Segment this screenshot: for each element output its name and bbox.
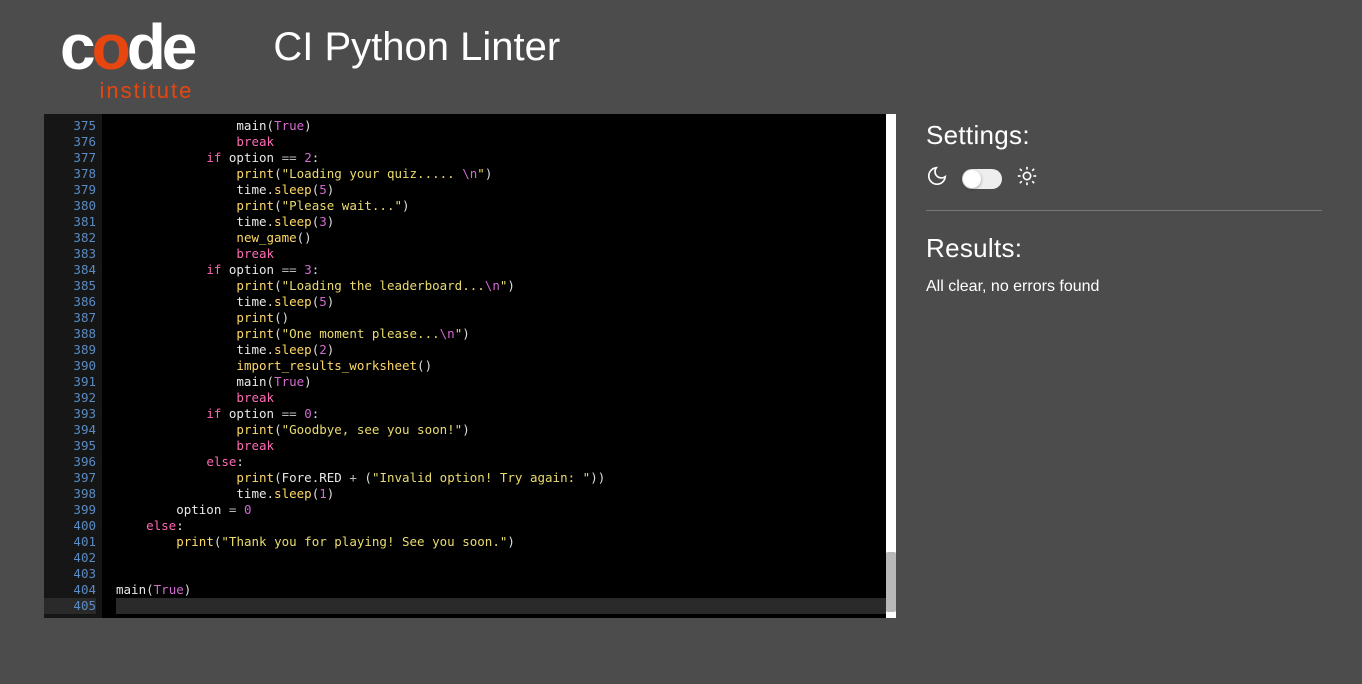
gutter-line: 398 [44, 486, 96, 502]
sun-icon [1016, 165, 1038, 192]
code-line[interactable]: main(True) [116, 582, 896, 598]
gutter-line: 393 [44, 406, 96, 422]
code-line[interactable]: time.sleep(3) [116, 214, 896, 230]
code-line[interactable]: print("Goodbye, see you soon!") [116, 422, 896, 438]
code-line[interactable]: time.sleep(5) [116, 182, 896, 198]
gutter-line: 401 [44, 534, 96, 550]
gutter-line: 380 [44, 198, 96, 214]
code-line[interactable]: if option == 3: [116, 262, 896, 278]
gutter-line: 381 [44, 214, 96, 230]
code-line[interactable]: break [116, 134, 896, 150]
gutter-line: 383 [44, 246, 96, 262]
code-line[interactable]: option = 0 [116, 502, 896, 518]
code-line[interactable]: break [116, 246, 896, 262]
header: code institute CI Python Linter [0, 0, 1362, 114]
gutter-line: 394 [44, 422, 96, 438]
sidebar: Settings: Results: All clear, no errors … [926, 114, 1362, 618]
code-line[interactable]: if option == 2: [116, 150, 896, 166]
gutter-line: 387 [44, 310, 96, 326]
code-line[interactable]: print("Thank you for playing! See you so… [116, 534, 896, 550]
gutter-line: 399 [44, 502, 96, 518]
gutter-line: 402 [44, 550, 96, 566]
code-line[interactable]: main(True) [116, 118, 896, 134]
main-body: 3753763773783793803813823833843853863873… [0, 114, 1362, 618]
code-line[interactable]: import_results_worksheet() [116, 358, 896, 374]
gutter-line: 389 [44, 342, 96, 358]
code-line[interactable]: if option == 0: [116, 406, 896, 422]
code-line[interactable]: main(True) [116, 374, 896, 390]
code-line[interactable]: print() [116, 310, 896, 326]
code-line[interactable]: else: [116, 518, 896, 534]
results-text: All clear, no errors found [926, 278, 1322, 296]
theme-toggle-knob [963, 170, 981, 188]
code-line[interactable]: print("One moment please...\n") [116, 326, 896, 342]
code-line[interactable] [116, 598, 896, 614]
logo-letter-o: o [92, 11, 127, 83]
logo-letters-de: de [127, 11, 194, 83]
gutter-line: 385 [44, 278, 96, 294]
logo-wordmark: code [60, 20, 193, 74]
theme-settings-row [926, 165, 1322, 211]
code-line[interactable]: new_game() [116, 230, 896, 246]
results-section: Results: All clear, no errors found [926, 233, 1322, 296]
code-line[interactable]: print("Please wait...") [116, 198, 896, 214]
gutter-line: 382 [44, 230, 96, 246]
gutter-line: 390 [44, 358, 96, 374]
gutter-line: 400 [44, 518, 96, 534]
gutter-line: 397 [44, 470, 96, 486]
code-line[interactable]: print("Loading your quiz..... \n") [116, 166, 896, 182]
gutter-line: 379 [44, 182, 96, 198]
gutter-line: 404 [44, 582, 96, 598]
gutter-line: 405 [44, 598, 96, 614]
gutter-line: 396 [44, 454, 96, 470]
gutter-line: 376 [44, 134, 96, 150]
editor-code-area[interactable]: main(True) break if option == 2: print("… [102, 114, 896, 618]
code-line[interactable] [116, 550, 896, 566]
gutter-line: 392 [44, 390, 96, 406]
code-line[interactable]: break [116, 438, 896, 454]
gutter-line: 384 [44, 262, 96, 278]
code-line[interactable]: break [116, 390, 896, 406]
moon-icon [926, 165, 948, 192]
theme-toggle[interactable] [962, 169, 1002, 189]
editor-scrollbar-thumb[interactable] [886, 552, 896, 612]
gutter-line: 378 [44, 166, 96, 182]
code-line[interactable]: time.sleep(1) [116, 486, 896, 502]
gutter-line: 403 [44, 566, 96, 582]
code-line[interactable]: print("Loading the leaderboard...\n") [116, 278, 896, 294]
logo-letter-c: c [60, 11, 92, 83]
code-line[interactable]: time.sleep(5) [116, 294, 896, 310]
code-line[interactable]: print(Fore.RED + ("Invalid option! Try a… [116, 470, 896, 486]
editor-gutter: 3753763773783793803813823833843853863873… [44, 114, 102, 618]
settings-heading: Settings: [926, 120, 1322, 151]
logo: code institute [60, 20, 193, 104]
code-editor[interactable]: 3753763773783793803813823833843853863873… [44, 114, 896, 618]
code-line[interactable]: else: [116, 454, 896, 470]
gutter-line: 395 [44, 438, 96, 454]
gutter-line: 391 [44, 374, 96, 390]
gutter-line: 377 [44, 150, 96, 166]
editor-scrollbar-track[interactable] [886, 114, 896, 618]
gutter-line: 388 [44, 326, 96, 342]
logo-subtext: institute [100, 78, 194, 104]
page-title: CI Python Linter [273, 25, 560, 70]
gutter-line: 375 [44, 118, 96, 134]
results-heading: Results: [926, 233, 1322, 264]
gutter-line: 386 [44, 294, 96, 310]
code-line[interactable] [116, 566, 896, 582]
code-line[interactable]: time.sleep(2) [116, 342, 896, 358]
